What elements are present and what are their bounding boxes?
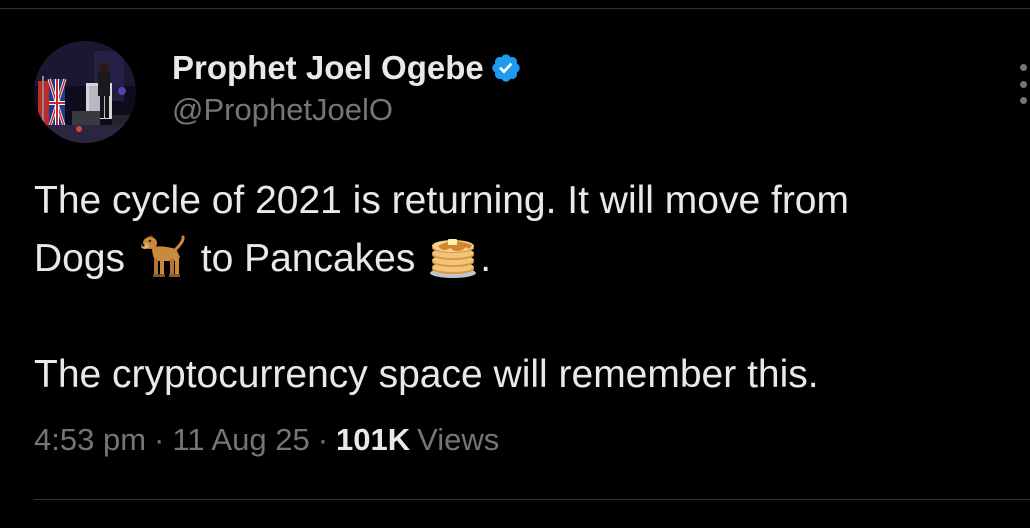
tweet-line-2c: . xyxy=(480,237,492,280)
avatar-photo xyxy=(34,41,136,143)
tweet-time[interactable]: 4:53 pm xyxy=(34,422,146,458)
views-label[interactable]: Views xyxy=(417,422,499,458)
more-options-icon[interactable] xyxy=(1016,64,1030,104)
tweet-date[interactable]: 11 Aug 25 xyxy=(172,422,309,458)
name-row: Prophet Joel Ogebe xyxy=(172,46,522,90)
meta-separator: · xyxy=(154,422,165,457)
display-name[interactable]: Prophet Joel Ogebe xyxy=(172,49,484,87)
author-block[interactable]: Prophet Joel Ogebe @ProphetJoelO xyxy=(172,46,522,128)
tweet-line-2b: to Pancakes xyxy=(200,237,416,280)
views-count[interactable]: 101K xyxy=(336,422,410,458)
tweet-text: The cycle of 2021 is returning. It will … xyxy=(34,172,1014,404)
tweet-line-3: The cryptocurrency space will remember t… xyxy=(34,353,819,396)
tweet-line-1: The cycle of 2021 is returning. It will … xyxy=(34,179,849,222)
avatar[interactable] xyxy=(34,41,136,143)
tweet-meta: 4:53 pm · 11 Aug 25 · 101K Views xyxy=(34,422,499,458)
verified-badge-icon[interactable] xyxy=(490,52,522,84)
top-divider xyxy=(0,8,1030,9)
bottom-divider xyxy=(34,499,1030,500)
author-handle[interactable]: @ProphetJoelO xyxy=(172,92,522,128)
tweet-line-2a: Dogs xyxy=(34,237,126,280)
dog-emoji-icon xyxy=(138,231,188,279)
meta-separator: · xyxy=(317,422,329,457)
pancakes-emoji-icon xyxy=(428,231,478,279)
